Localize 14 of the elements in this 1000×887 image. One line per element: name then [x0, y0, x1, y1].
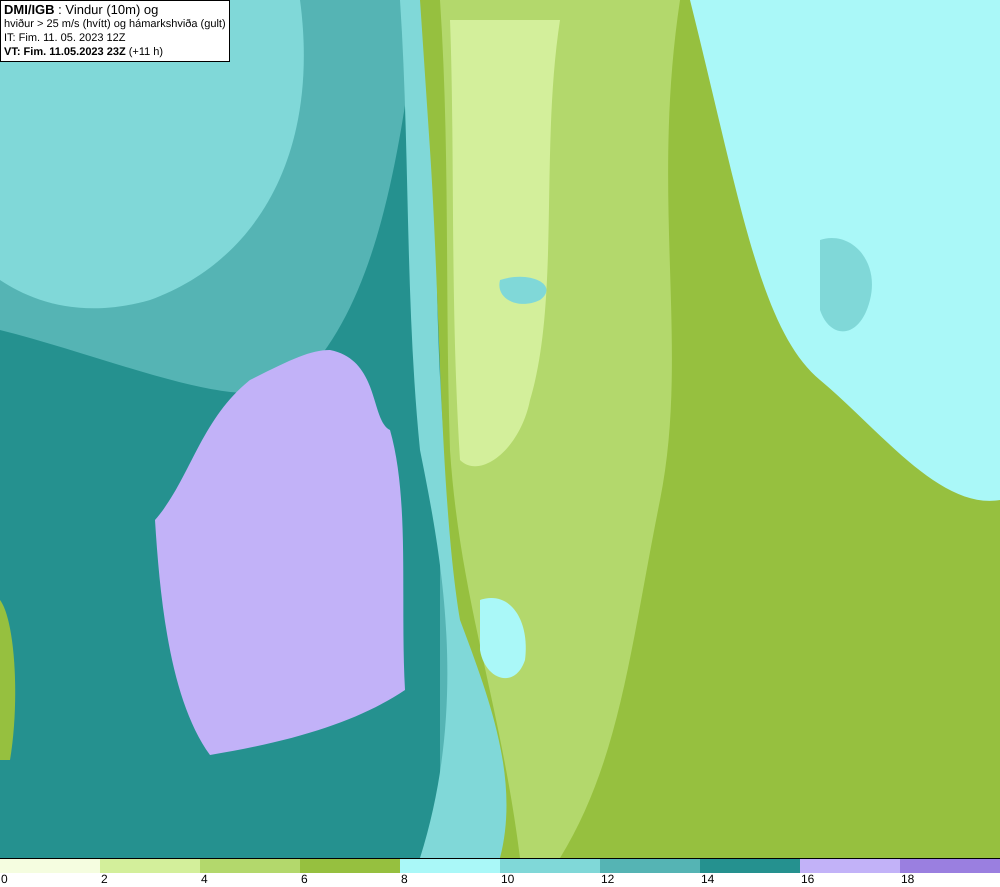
legend-label: 8	[400, 873, 408, 886]
legend-label: 10	[500, 873, 514, 886]
legend-label: 14	[700, 873, 714, 886]
info-text: VT: Fim. 11.05.2023 23Z (+11 h)	[4, 45, 164, 59]
legend-label: 12	[600, 873, 614, 886]
legend-label: 2	[100, 873, 108, 886]
legend-label: 6	[300, 873, 308, 886]
info-text: IT: Fim. 11. 05. 2023 12Z	[4, 31, 126, 45]
legend-label: 16	[800, 873, 814, 886]
legend-label: 0	[0, 873, 8, 886]
info-text: hviður > 25 m/s (hvítt) og hámarkshviða (gult)	[4, 17, 226, 31]
legend-label: 4	[200, 873, 208, 886]
info-text: DMI/IGB : Vindur (10m) og	[4, 2, 160, 17]
legend-label: 18	[900, 873, 914, 886]
